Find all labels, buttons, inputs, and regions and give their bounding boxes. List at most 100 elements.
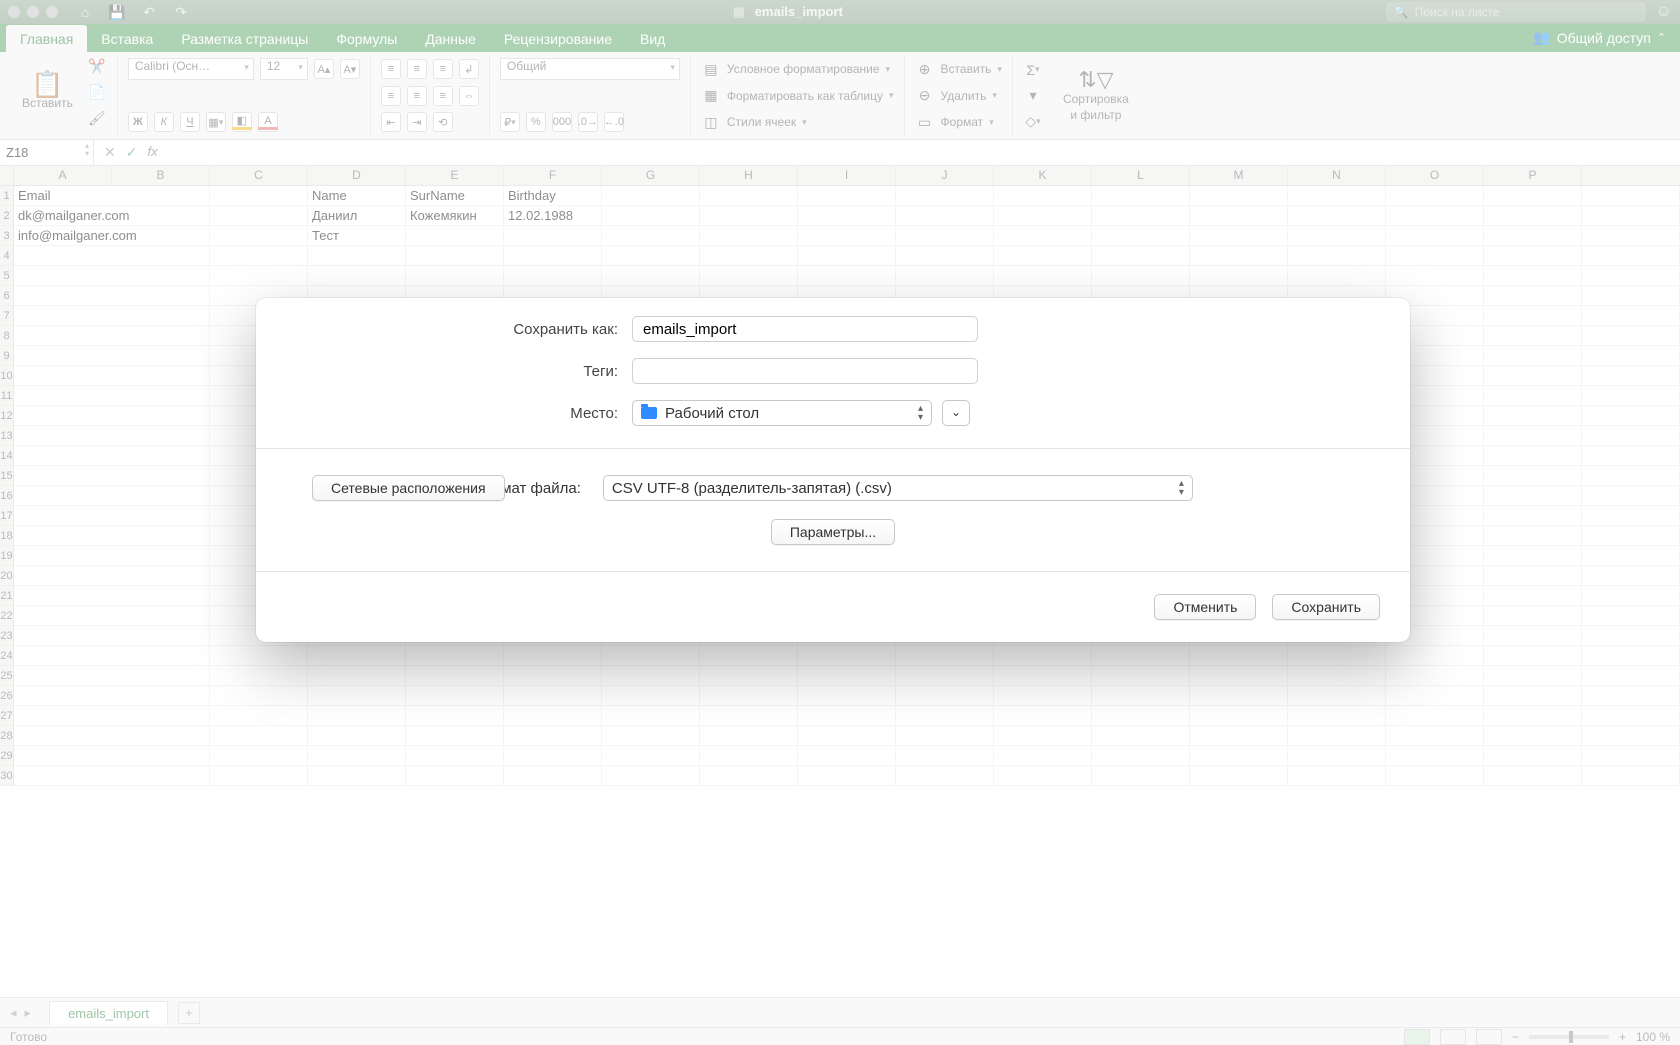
cell[interactable] [896,206,994,225]
cell[interactable] [1288,726,1386,745]
cell[interactable] [994,746,1092,765]
tab-formulas[interactable]: Формулы [322,25,411,52]
borders-icon[interactable]: ▦▾ [206,112,226,132]
cell[interactable] [504,226,602,245]
cell[interactable] [798,206,896,225]
cell[interactable] [1288,686,1386,705]
cell[interactable] [308,746,406,765]
comma-style-icon[interactable]: 000 [552,112,572,132]
cell[interactable] [14,386,210,405]
cell[interactable] [1484,446,1582,465]
cell[interactable] [14,366,210,385]
cell[interactable] [1484,746,1582,765]
cell[interactable] [1484,626,1582,645]
col-header[interactable]: B [112,166,210,185]
paste-button[interactable]: 📋 Вставить [16,56,79,128]
cell[interactable] [1092,766,1190,785]
col-header[interactable]: I [798,166,896,185]
cell[interactable] [700,646,798,665]
cell[interactable] [210,646,308,665]
col-header[interactable]: H [700,166,798,185]
row-header[interactable]: 4 [0,246,13,266]
wrap-text-icon[interactable]: ↲ [459,59,479,79]
cell[interactable] [1386,686,1484,705]
merge-cells-icon[interactable]: ⇔ [459,86,479,106]
cell[interactable] [1190,646,1288,665]
cell[interactable] [1484,586,1582,605]
row-header[interactable]: 24 [0,646,13,666]
cell[interactable] [700,726,798,745]
cell[interactable] [1484,526,1582,545]
cell[interactable] [14,566,210,585]
undo-icon[interactable]: ↶ [140,3,158,21]
cell[interactable] [602,666,700,685]
sheet-prev-icon[interactable]: ◂ [6,1005,21,1021]
cell[interactable] [602,186,700,205]
cell[interactable] [14,426,210,445]
cell[interactable] [1582,346,1680,365]
cell[interactable] [406,266,504,285]
cell[interactable] [1484,546,1582,565]
cell[interactable]: info@mailganer.com [14,226,210,245]
cell[interactable] [700,686,798,705]
file-format-select[interactable]: CSV UTF-8 (разделитель-запятая) (.csv) ▴… [603,475,1193,501]
cell[interactable] [1582,606,1680,625]
tab-view[interactable]: Вид [626,25,679,52]
cell[interactable] [1484,386,1582,405]
save-button[interactable]: Сохранить [1272,594,1380,620]
col-header[interactable]: M [1190,166,1288,185]
row-header[interactable]: 13 [0,426,13,446]
cell[interactable] [1582,746,1680,765]
cell[interactable] [14,666,210,685]
cell[interactable] [1582,706,1680,725]
cell[interactable] [896,746,994,765]
cell[interactable] [798,186,896,205]
cell[interactable] [602,726,700,745]
increase-decimal-icon[interactable]: .0→ [578,112,598,132]
decrease-decimal-icon[interactable]: ←.0 [604,112,624,132]
cell[interactable] [1484,206,1582,225]
cell[interactable] [1582,766,1680,785]
cell[interactable] [1582,566,1680,585]
fx-icon[interactable]: fx [147,144,157,161]
cell[interactable] [798,226,896,245]
cell[interactable] [1288,246,1386,265]
sheet-tab[interactable]: emails_import [49,1001,168,1025]
minimize-window-icon[interactable] [27,6,39,18]
cell[interactable] [308,246,406,265]
underline-icon[interactable]: Ч [180,112,200,132]
cell[interactable] [210,686,308,705]
cell[interactable] [14,466,210,485]
cell[interactable] [798,746,896,765]
cell[interactable] [504,246,602,265]
cell[interactable] [1484,486,1582,505]
orientation-icon[interactable]: ⟲ [433,112,453,132]
expand-locations-button[interactable]: ⌄ [942,400,970,426]
col-header[interactable]: P [1484,166,1582,185]
tags-input[interactable] [632,358,978,384]
cell[interactable] [1484,646,1582,665]
cell[interactable] [1582,266,1680,285]
cell[interactable] [994,206,1092,225]
cell[interactable] [308,766,406,785]
cut-icon[interactable]: ✂️ [87,56,107,76]
cell[interactable] [14,286,210,305]
cell[interactable] [994,686,1092,705]
home-icon[interactable]: ⌂ [76,3,94,21]
cell[interactable] [1190,766,1288,785]
cell[interactable] [1484,466,1582,485]
row-header[interactable]: 21 [0,586,13,606]
cell[interactable] [308,706,406,725]
cell[interactable] [1484,246,1582,265]
number-format-select[interactable]: Общий [500,58,680,80]
row-header[interactable]: 6 [0,286,13,306]
row-header[interactable]: 30 [0,766,13,786]
col-header[interactable]: F [504,166,602,185]
cell[interactable] [14,686,210,705]
row-header[interactable]: 7 [0,306,13,326]
cell[interactable] [308,666,406,685]
cell[interactable] [1190,186,1288,205]
cell[interactable] [210,186,308,205]
row-header[interactable]: 14 [0,446,13,466]
row-header[interactable]: 25 [0,666,13,686]
